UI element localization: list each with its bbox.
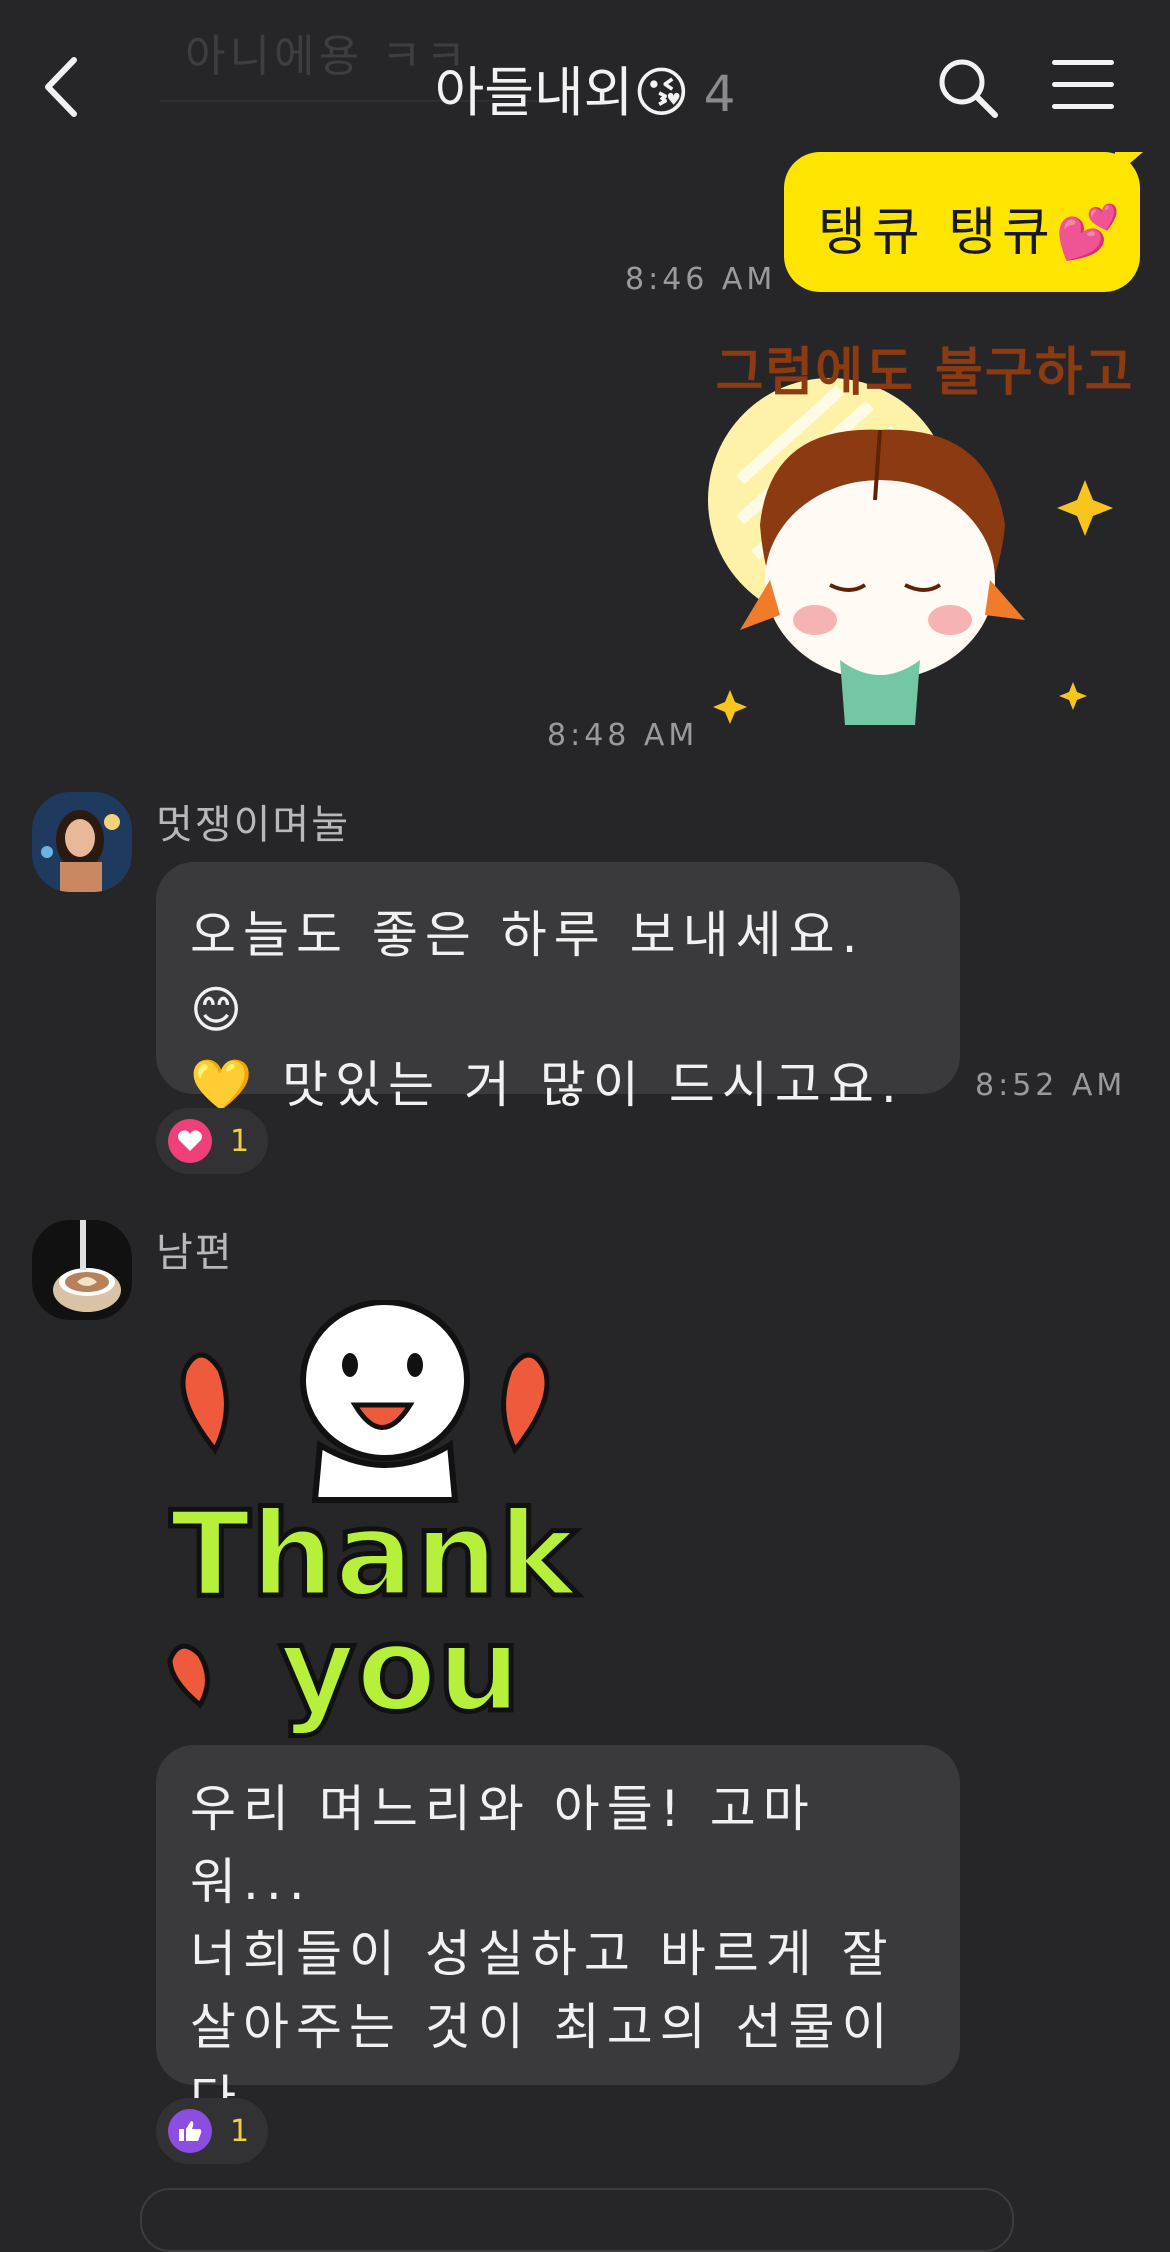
sender-name: 멋쟁이며눌 — [156, 802, 350, 848]
heart-icon — [168, 1119, 212, 1163]
member-count: 4 — [703, 65, 736, 123]
sticker-girl[interactable]: 그럼에도 불구하고 — [700, 330, 1150, 730]
reaction-badge[interactable]: 1 — [156, 2098, 268, 2164]
search-button[interactable] — [935, 55, 1001, 121]
avatar-photo — [32, 792, 132, 892]
avatar[interactable] — [32, 792, 132, 892]
message-text-line: 우리 며느리와 아들! 고마워... — [190, 1780, 816, 1911]
menu-button[interactable] — [1052, 58, 1118, 110]
reaction-count: 1 — [230, 2113, 250, 2149]
sticker-text: you — [277, 1600, 524, 1738]
reaction-count: 1 — [230, 1123, 250, 1159]
message-text-line: 너희들이 성실하고 바르게 잘 — [190, 1925, 895, 1983]
message-bubble[interactable]: 우리 며느리와 아들! 고마워... 너희들이 성실하고 바르게 잘 살아주는 … — [156, 1745, 960, 2128]
message-text-line: 오늘도 좋은 하루 보내세요. 😊 — [190, 906, 865, 1039]
message-time: 8:52 AM — [975, 1068, 1127, 1103]
sender-name: 남편 — [156, 1230, 234, 1276]
sticker-text: Thank — [168, 1485, 580, 1623]
avatar[interactable] — [32, 1220, 132, 1320]
message-text-line: 살아주는 것이 최고의 선물이 — [190, 1997, 895, 2056]
avatar-photo — [32, 1220, 132, 1320]
message-bubble[interactable]: 오늘도 좋은 하루 보내세요. 😊 💛 맛있는 거 많이 드시고요. — [156, 862, 960, 1114]
search-icon — [939, 59, 998, 118]
reaction-badge[interactable]: 1 — [156, 1108, 268, 1174]
message-time: 8:48 AM — [547, 718, 699, 753]
chat-title-text: 아들내외😘 — [434, 61, 690, 124]
sticker-thank-you[interactable]: Thank you — [160, 1299, 580, 1731]
message-text-line: 💛 맛있는 거 많이 드시고요. — [190, 1056, 904, 1114]
thumbs-up-icon — [168, 2109, 212, 2153]
next-message-edge — [140, 2188, 1014, 2252]
my-message-bubble[interactable]: 탱큐 탱큐💕 — [784, 152, 1140, 292]
message-time: 8:46 AM — [625, 262, 777, 297]
message-text-line: 다. — [190, 2063, 930, 2136]
sticker-caption: 그럼에도 불구하고 — [715, 343, 1135, 403]
